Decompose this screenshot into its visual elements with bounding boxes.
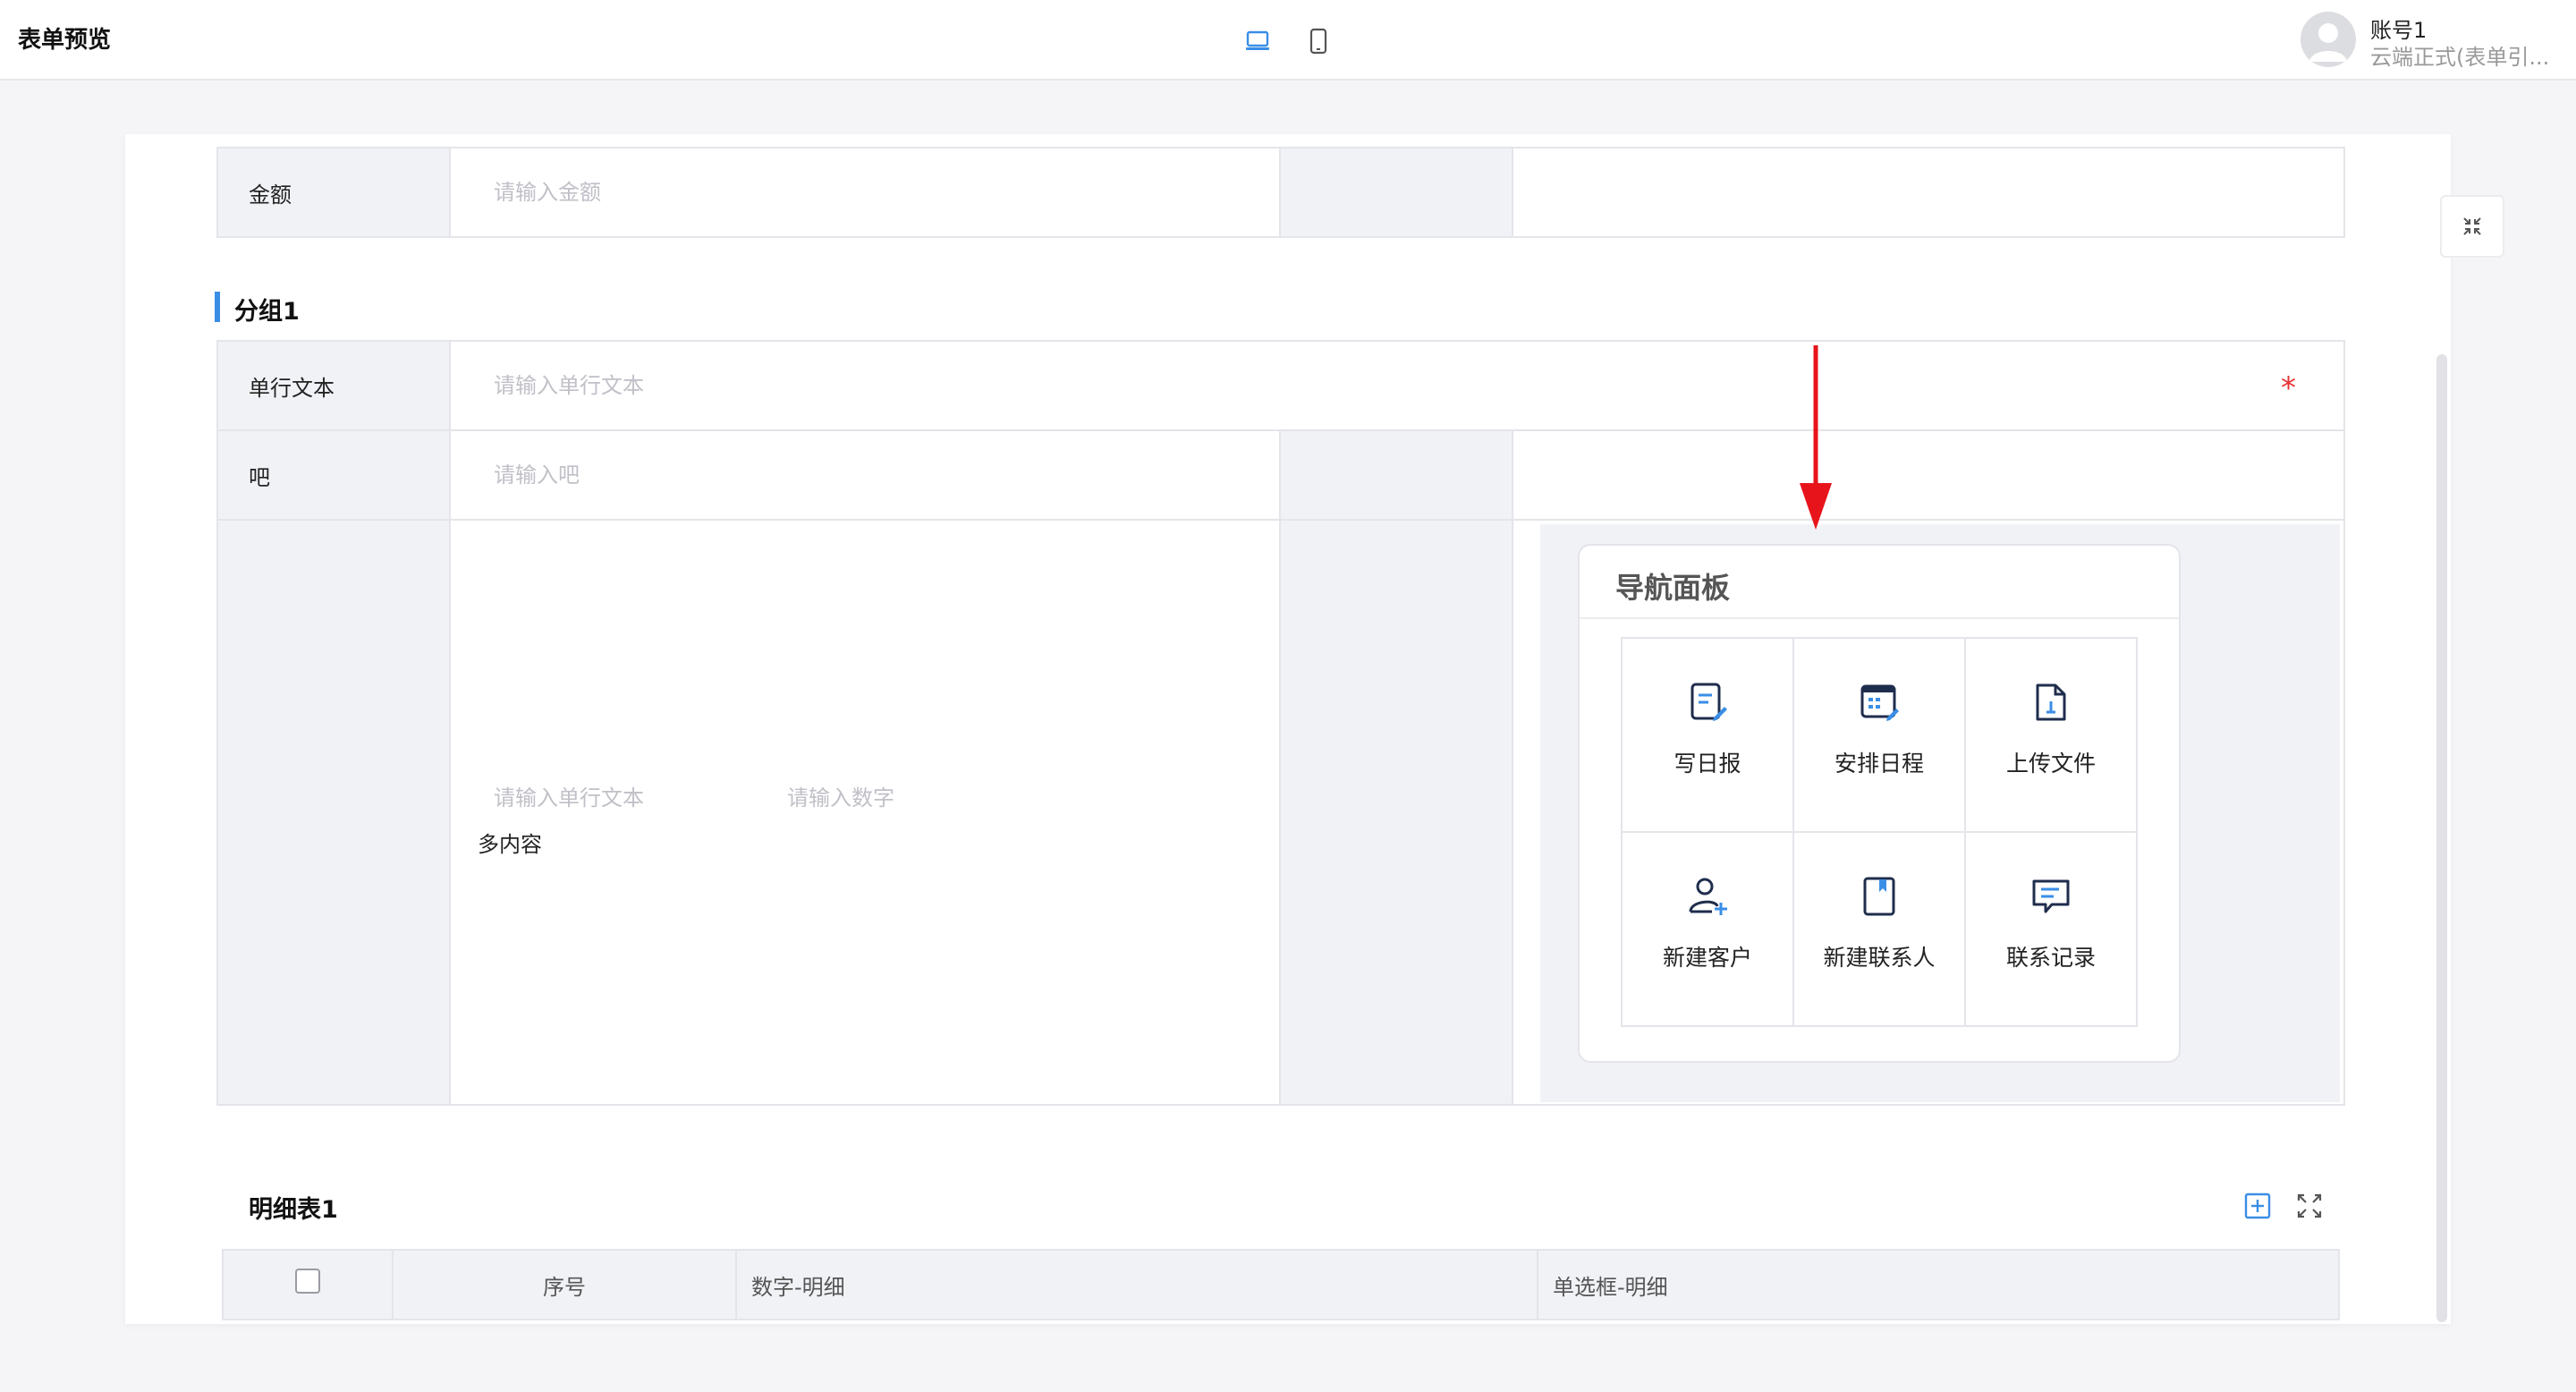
empty-label-cell-2: [1279, 429, 1513, 521]
column-header-label: 单选框-明细: [1553, 1274, 1668, 1300]
schedule-icon: [1855, 678, 1903, 726]
nav-item-upload-file[interactable]: 上传文件: [1966, 639, 2138, 833]
desktop-preview-button[interactable]: [1240, 23, 1275, 59]
group-accent-bar: [215, 292, 220, 322]
scrollbar[interactable]: [2436, 354, 2447, 1322]
column-header-index: 序号: [394, 1251, 737, 1319]
header-checkbox-cell: [224, 1251, 394, 1319]
group-title: 分组1: [234, 298, 300, 326]
nav-panel: 导航面板 写日报 安排日程 上传文件 新建客户 新建联系人 联系记录: [1578, 544, 2181, 1063]
column-header-radio: 单选框-明细: [1538, 1251, 2338, 1319]
multi-content-label: 多内容: [478, 832, 542, 857]
avatar[interactable]: [2301, 12, 2356, 67]
ba-label-text: 吧: [249, 464, 270, 490]
laptop-icon: [1246, 30, 1269, 50]
single-line-label-text: 单行文本: [249, 375, 335, 401]
nav-item-label: 新建联系人: [1823, 945, 1936, 971]
nav-item-schedule[interactable]: 安排日程: [1794, 639, 1966, 833]
account-subtitle: 云端正式(表单引...: [2370, 45, 2550, 70]
phone-icon: [1309, 28, 1327, 55]
nav-item-label: 联系记录: [2005, 945, 2096, 971]
nav-item-daily-report[interactable]: 写日报: [1623, 639, 1794, 833]
nav-item-contact-record[interactable]: 联系记录: [1966, 833, 2138, 1027]
multi-text-placeholder[interactable]: 请输入单行文本: [494, 780, 644, 811]
user-avatar-icon: [2309, 23, 2347, 62]
column-header-label: 数字-明细: [751, 1274, 845, 1300]
amount-input[interactable]: [494, 149, 1157, 236]
amount-field-cell: [449, 147, 1281, 238]
nav-item-label: 写日报: [1674, 751, 1741, 777]
add-row-button[interactable]: [2243, 1192, 2272, 1220]
nav-label-cell: [1279, 519, 1513, 1106]
upload-file-icon: [2027, 678, 2075, 726]
new-contact-icon: [1855, 872, 1903, 921]
top-header: 表单预览 账号1 云端正式(表单引...: [0, 0, 2576, 81]
nav-item-new-customer[interactable]: 新建客户: [1623, 833, 1794, 1027]
ba-field-cell: [449, 429, 1281, 521]
multi-label-cell: [216, 519, 451, 1106]
contact-record-icon: [2027, 872, 2075, 921]
daily-report-icon: [1683, 678, 1732, 726]
nav-item-label: 新建客户: [1662, 945, 1752, 971]
amount-label-text: 金额: [249, 182, 292, 208]
new-customer-icon: [1683, 872, 1732, 921]
nav-item-label: 上传文件: [2005, 751, 2096, 777]
amount-label: 金额: [216, 147, 451, 238]
select-all-checkbox[interactable]: [295, 1269, 320, 1294]
fullscreen-button[interactable]: [2440, 195, 2504, 258]
detail-table-title: 明细表1: [249, 1196, 338, 1224]
single-line-input[interactable]: [494, 342, 2008, 429]
required-mark: *: [2281, 370, 2296, 406]
multi-field-cell: [449, 519, 1281, 1106]
empty-field-cell: [1512, 147, 2345, 238]
empty-label-cell: [1279, 147, 1513, 238]
ba-label: 吧: [216, 429, 451, 521]
multi-number-placeholder[interactable]: 请输入数字: [787, 780, 894, 811]
nav-item-new-contact[interactable]: 新建联系人: [1794, 833, 1966, 1027]
single-line-field-cell: [449, 340, 2345, 431]
mobile-preview-button[interactable]: [1301, 23, 1336, 59]
detail-table-header: 序号 数字-明细 单选框-明细: [222, 1249, 2340, 1320]
expand-icon: [2297, 1193, 2322, 1218]
single-line-label: 单行文本: [216, 340, 451, 431]
nav-panel-divider: [1580, 617, 2179, 619]
nav-grid: 写日报 安排日程 上传文件 新建客户 新建联系人 联系记录: [1621, 637, 2138, 1027]
nav-item-label: 安排日程: [1834, 751, 1924, 777]
shrink-icon: [2463, 217, 2481, 235]
ba-input[interactable]: [494, 431, 1157, 519]
nav-panel-title: 导航面板: [1615, 571, 1731, 605]
annotation-arrow: [1800, 345, 1832, 530]
column-header-number: 数字-明细: [737, 1251, 1538, 1319]
column-header-label: 序号: [543, 1274, 586, 1300]
page-title: 表单预览: [18, 27, 112, 54]
empty-field-cell-2: [1512, 429, 2345, 521]
add-icon: [2244, 1193, 2271, 1219]
expand-table-button[interactable]: [2295, 1192, 2324, 1220]
